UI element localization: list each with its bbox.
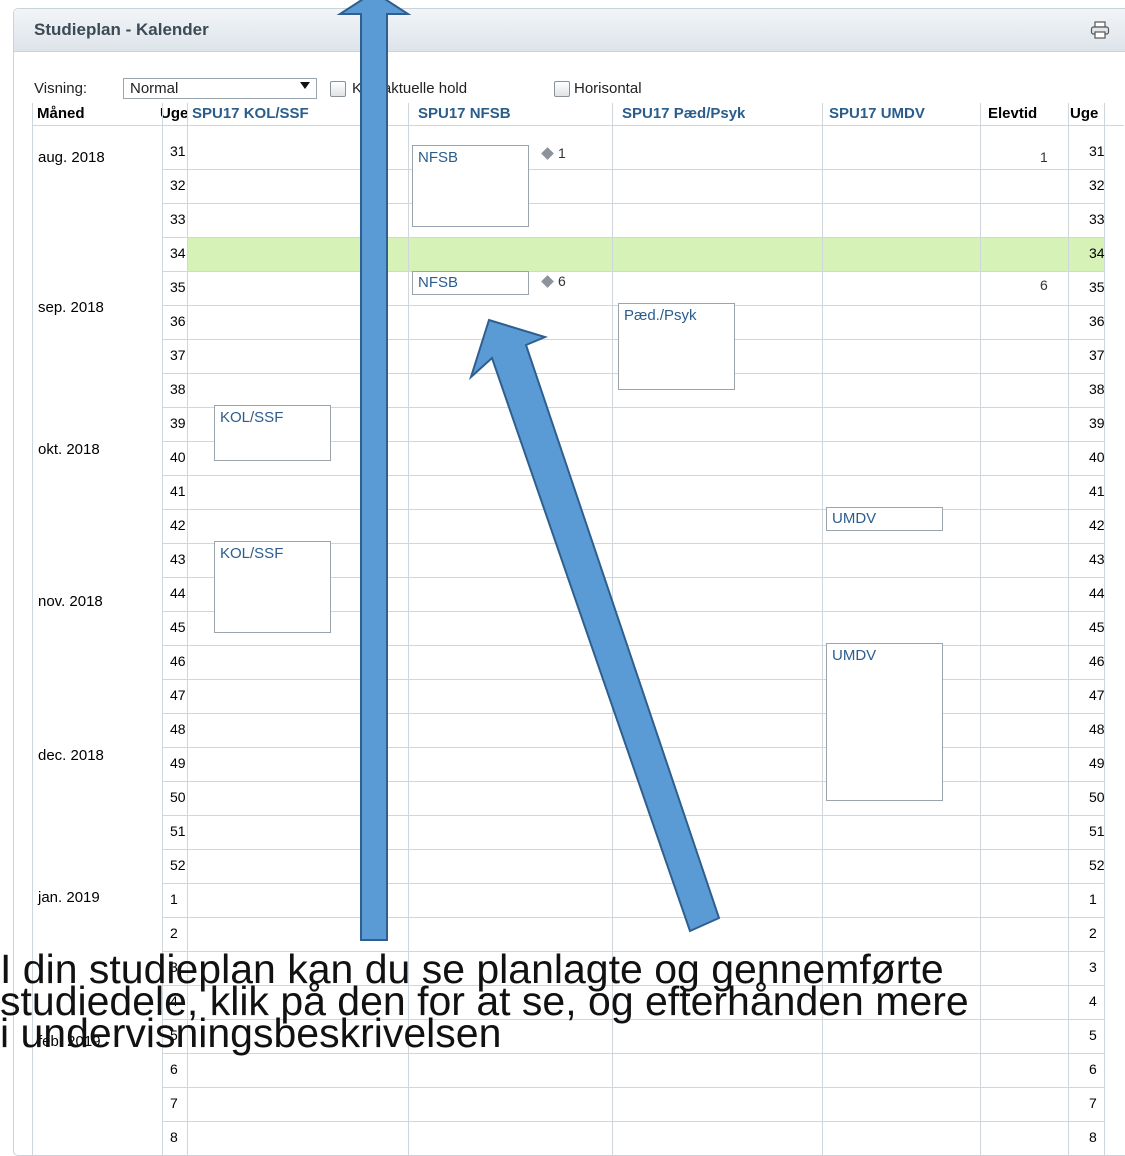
vertical-arrow (336, 0, 412, 941)
instruction-overlay: I din studieplan kan du se planlagte og … (0, 949, 1125, 1054)
diagonal-arrow (468, 318, 721, 933)
